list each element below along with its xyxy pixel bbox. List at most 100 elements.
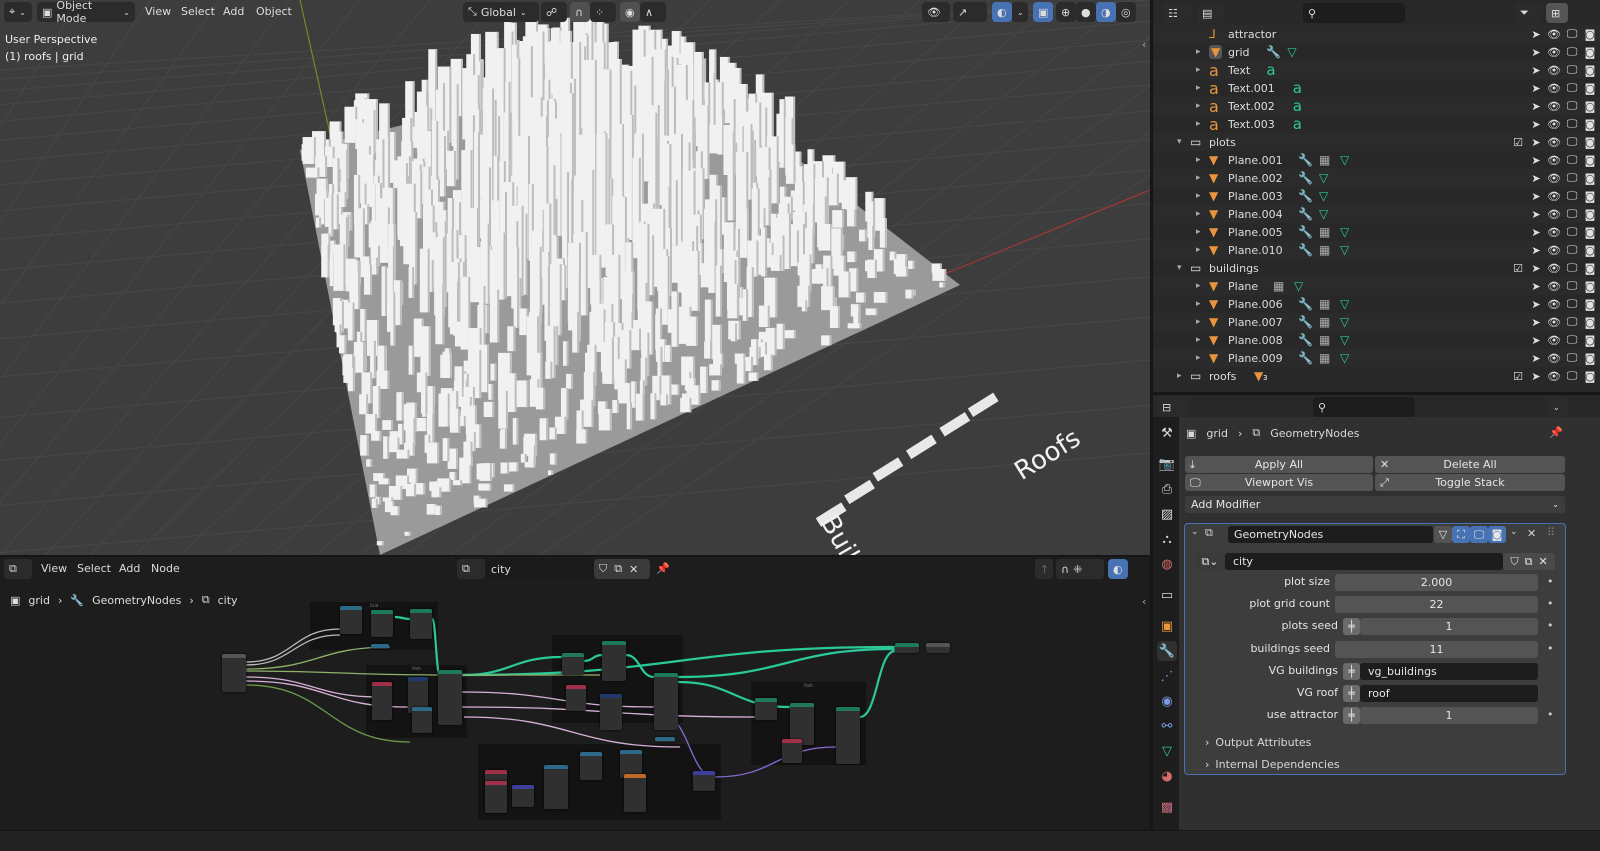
wrench-icon[interactable]: 🔧 [1298, 351, 1313, 365]
disclosure-triangle-icon[interactable]: ▸ [1196, 119, 1201, 129]
node[interactable] [836, 707, 860, 764]
tab-tool[interactable]: ⚒ [1157, 423, 1177, 443]
monitor-icon[interactable]: 🖵 [1566, 81, 1578, 94]
monitor-icon[interactable]: 🖵 [1566, 333, 1578, 346]
eye-icon[interactable]: 👁 [1547, 352, 1561, 365]
input-field-buildings-seed[interactable]: 11 [1335, 640, 1538, 658]
input-field-plots-seed[interactable]: 1 [1360, 618, 1538, 636]
menu-view[interactable]: View [145, 5, 171, 18]
camera-icon[interactable]: ◙ [1584, 136, 1596, 149]
outliner-row-buildings[interactable]: ▾ ▭ buildings ☑ ➤ 👁 🖵 ◙ [1153, 259, 1600, 277]
outliner-row-roofs[interactable]: ▸ ▭ roofs ▼ 3 ☑ ➤ 👁 🖵 ◙ [1153, 367, 1600, 385]
menu-add[interactable]: Add [223, 5, 244, 18]
monitor-icon[interactable]: 🖵 [1566, 45, 1578, 58]
shading-material[interactable]: ◑ [1096, 2, 1116, 22]
camera-icon[interactable]: ◙ [1584, 118, 1596, 131]
text-data-icon[interactable]: a [1293, 115, 1302, 133]
internal-dependencies-panel[interactable]: › Internal Dependencies [1205, 758, 1340, 771]
eye-icon[interactable]: 👁 [1547, 226, 1561, 239]
camera-icon[interactable]: ◙ [1584, 190, 1596, 203]
select-arrow-icon[interactable]: ➤ [1530, 172, 1542, 185]
camera-icon[interactable]: ◙ [1584, 208, 1596, 221]
node[interactable] [485, 781, 507, 813]
node[interactable] [372, 682, 392, 720]
outliner-item-name[interactable]: Plane.010 [1228, 244, 1283, 257]
node[interactable] [602, 641, 626, 681]
monitor-icon[interactable]: 🖵 [1566, 279, 1578, 292]
vertex-groups-icon[interactable]: ▦ [1319, 351, 1330, 365]
outliner-row-text-003[interactable]: ▸ a Text.003 a ➤ 👁 🖵 ◙ [1153, 115, 1600, 134]
eye-icon[interactable]: 👁 [1547, 316, 1561, 329]
outliner-row-plane-003[interactable]: ▸ ▼ Plane.003 🔧 ▽ ➤ 👁 🖵 ◙ [1153, 187, 1600, 205]
eye-icon[interactable]: 👁 [1547, 64, 1561, 77]
select-arrow-icon[interactable]: ➤ [1530, 280, 1542, 293]
eye-icon[interactable]: 👁 [1547, 298, 1561, 311]
camera-icon[interactable]: ◙ [1584, 352, 1596, 365]
vertex-groups-icon[interactable]: ▦ [1319, 225, 1330, 239]
camera-icon[interactable]: ◙ [1584, 226, 1596, 239]
outliner-item-name[interactable]: plots [1209, 136, 1236, 149]
disclosure-triangle-icon[interactable]: ▸ [1196, 209, 1201, 219]
mesh-children-icon[interactable]: ▼ [1254, 369, 1263, 383]
select-arrow-icon[interactable]: ➤ [1530, 334, 1542, 347]
camera-icon[interactable]: ◙ [1584, 82, 1596, 95]
text-data-icon[interactable]: a [1293, 97, 1302, 115]
mesh-data-icon[interactable]: ▽ [1340, 243, 1349, 257]
input-field-use-attractor[interactable]: 1 [1360, 707, 1538, 725]
select-arrow-icon[interactable]: ➤ [1530, 46, 1542, 59]
select-arrow-icon[interactable]: ➤ [1530, 64, 1542, 77]
filter-popover[interactable]: ⏷ [1515, 3, 1543, 23]
node[interactable] [782, 739, 802, 763]
disclosure-triangle-icon[interactable]: ▾ [1177, 263, 1182, 273]
select-arrow-icon[interactable]: ➤ [1530, 244, 1542, 257]
tab-object[interactable]: ▣ [1157, 616, 1177, 636]
outliner-row-plane-005[interactable]: ▸ ▼ Plane.005 🔧 ▦ ▽ ➤ 👁 🖵 ◙ [1153, 223, 1600, 241]
editor-type-button[interactable]: ⊟ [1157, 397, 1187, 417]
node[interactable] [926, 643, 950, 653]
monitor-icon[interactable]: 🖵 [1566, 315, 1578, 328]
tab-collection[interactable]: ▭ [1157, 585, 1177, 605]
pivot-point-dropdown[interactable]: ☍ [541, 2, 567, 22]
monitor-icon[interactable]: 🖵 [1566, 369, 1578, 382]
fake-user-shield-icon[interactable]: ⛉ [1510, 555, 1518, 569]
proportional-edit-toggle[interactable]: ◉ [620, 2, 640, 22]
disclosure-triangle-icon[interactable]: ▸ [1196, 191, 1201, 201]
disclosure-triangle-icon[interactable]: ▸ [1196, 65, 1201, 75]
outliner-row-plane-009[interactable]: ▸ ▼ Plane.009 🔧 ▦ ▽ ➤ 👁 🖵 ◙ [1153, 349, 1600, 367]
modifier-menu-chevron-icon[interactable]: ⌄ [1510, 527, 1518, 537]
exclude-checkbox[interactable]: ☑ [1512, 136, 1524, 149]
wrench-icon[interactable]: 🔧 [1298, 225, 1313, 239]
camera-icon[interactable]: ◙ [1584, 46, 1596, 59]
transform-orientation-dropdown[interactable]: ⤡ Global ⌄ [463, 2, 539, 22]
edit-mode-toggle[interactable]: ▽ [1434, 526, 1452, 543]
disclosure-triangle-icon[interactable]: ▸ [1196, 227, 1201, 237]
shading-wireframe[interactable]: ⊕ [1056, 2, 1076, 22]
vertex-groups-icon[interactable]: ▦ [1319, 333, 1330, 347]
disclosure-triangle-icon[interactable]: ▸ [1196, 299, 1201, 309]
disclosure-triangle-icon[interactable]: ▾ [1177, 137, 1182, 147]
monitor-icon[interactable]: 🖵 [1566, 189, 1578, 202]
monitor-icon[interactable]: 🖵 [1566, 99, 1578, 112]
mesh-data-icon[interactable]: ▽ [1340, 315, 1349, 329]
node[interactable] [371, 610, 393, 637]
select-arrow-icon[interactable]: ➤ [1530, 136, 1542, 149]
shading-solid[interactable]: ● [1076, 2, 1096, 22]
select-arrow-icon[interactable]: ➤ [1530, 226, 1542, 239]
node[interactable] [624, 774, 646, 812]
node[interactable] [222, 654, 246, 692]
menu-select[interactable]: Select [181, 5, 215, 18]
node-group-browse[interactable]: ⧉⌄ [1195, 553, 1225, 570]
snap-target-dropdown[interactable]: ⁘ [590, 2, 616, 22]
camera-icon[interactable]: ◙ [1584, 280, 1596, 293]
gizmo-dropdown[interactable]: ↗ [953, 2, 987, 22]
outliner-item-name[interactable]: Text.002 [1228, 100, 1275, 113]
select-arrow-icon[interactable]: ➤ [1530, 82, 1542, 95]
show-render-toggle[interactable]: ◙ [1488, 526, 1506, 543]
tab-output[interactable]: ⎙ [1157, 479, 1177, 499]
outliner-item-name[interactable]: Plane.002 [1228, 172, 1283, 185]
toggle-stack-button[interactable]: ⤢ Toggle Stack [1375, 474, 1565, 491]
select-arrow-icon[interactable]: ➤ [1530, 118, 1542, 131]
outliner-row-attractor[interactable]: ⅃ attractor ➤ 👁 🖵 ◙ [1153, 25, 1600, 43]
eye-icon[interactable]: 👁 [1547, 262, 1561, 275]
disclosure-triangle-icon[interactable]: ▸ [1196, 173, 1201, 183]
